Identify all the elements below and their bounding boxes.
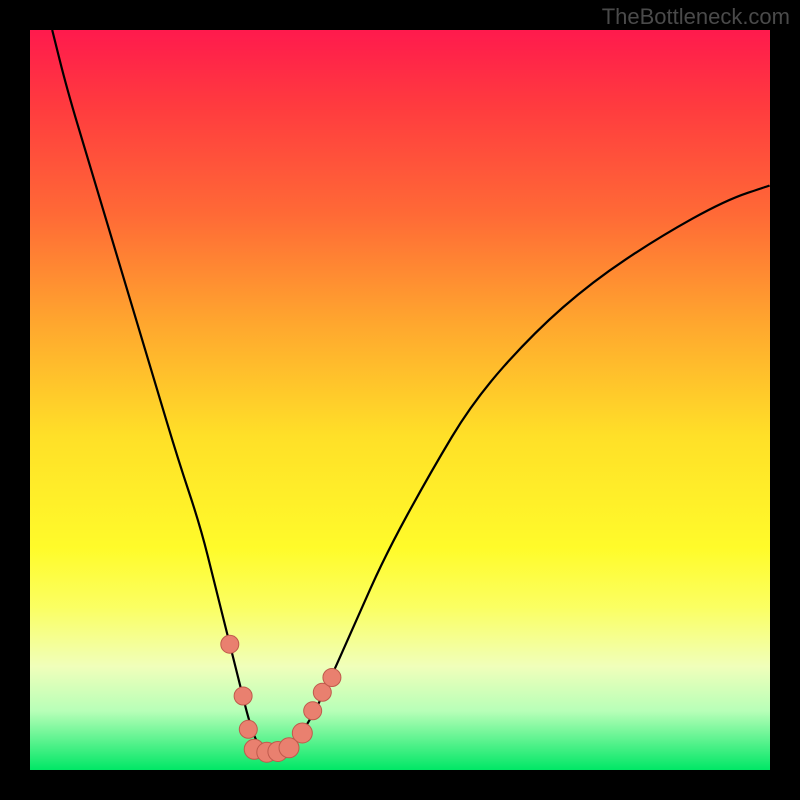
marker-group [221,635,341,762]
data-marker [304,702,322,720]
curve-svg [30,30,770,770]
data-marker [323,669,341,687]
data-marker [221,635,239,653]
watermark-text: TheBottleneck.com [602,4,790,30]
data-marker [239,720,257,738]
data-marker [234,687,252,705]
bottleneck-curve [52,30,770,753]
chart-frame: TheBottleneck.com [0,0,800,800]
data-marker [292,723,312,743]
plot-area [30,30,770,770]
